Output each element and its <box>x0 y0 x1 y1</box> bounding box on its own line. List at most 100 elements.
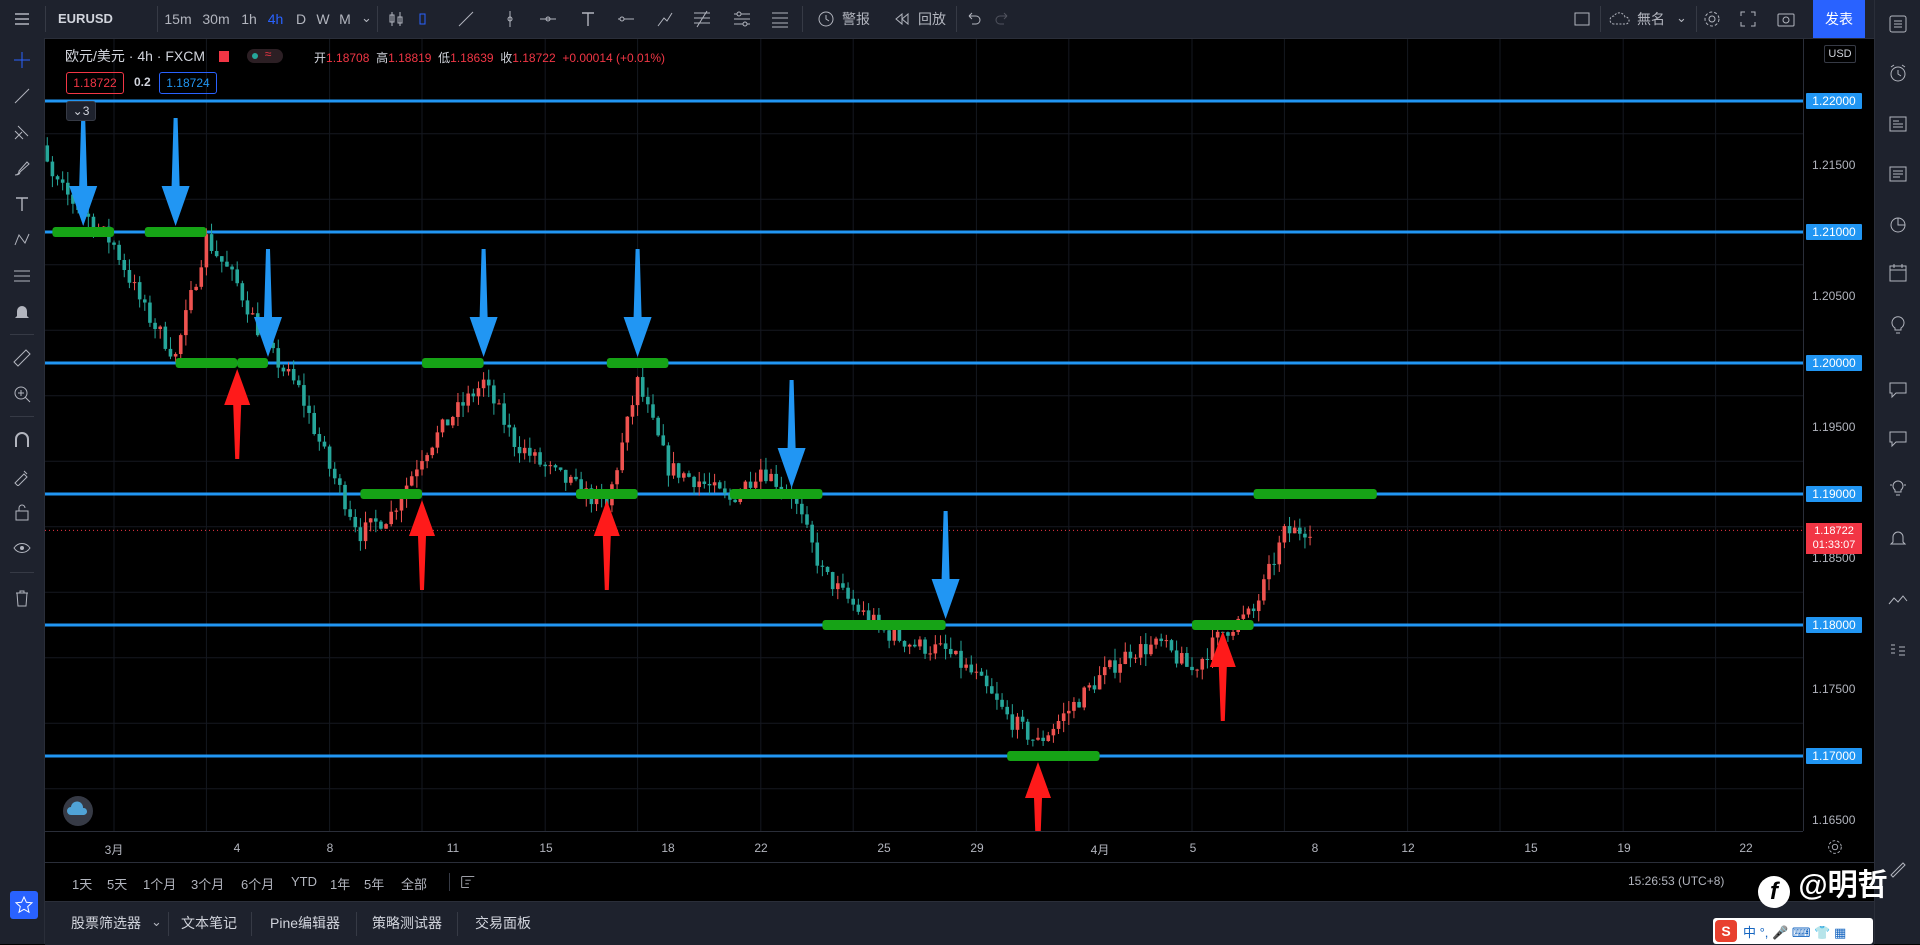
prediction-icon[interactable] <box>12 266 32 286</box>
calendar-icon[interactable] <box>1887 262 1909 284</box>
range-1m[interactable]: 1个月 <box>143 874 176 893</box>
currency-badge[interactable]: USD <box>1824 45 1856 63</box>
pencil-icon[interactable] <box>1887 857 1909 879</box>
lock-drawing-icon[interactable] <box>12 466 32 486</box>
interval-1h[interactable]: 1h <box>238 0 260 38</box>
candles-icon[interactable] <box>386 9 406 29</box>
symbol-search[interactable]: EURUSD <box>58 0 128 38</box>
symbol-legend[interactable]: 欧元/美元 · 4h · FXCM ≈ <box>65 46 283 66</box>
replay-icon[interactable] <box>892 9 912 29</box>
interval-30m[interactable]: 30m <box>201 0 231 38</box>
ray-icon[interactable] <box>616 9 636 29</box>
interval-15m[interactable]: 15m <box>163 0 193 38</box>
lock-icon[interactable] <box>12 502 32 522</box>
indicators-toggle[interactable]: ⌄3 <box>66 101 96 121</box>
crosshair-icon[interactable] <box>12 50 32 70</box>
tab-strategy-tester[interactable]: 策略测试器 <box>372 902 442 945</box>
text-icon[interactable] <box>12 194 32 214</box>
vertical-line-icon[interactable] <box>500 9 520 29</box>
eye-icon[interactable] <box>12 538 32 558</box>
range-6m[interactable]: 6个月 <box>241 874 274 893</box>
magnet-icon[interactable] <box>12 430 32 450</box>
range-3m[interactable]: 3个月 <box>191 874 224 893</box>
alert-button[interactable]: 警报 <box>838 0 874 38</box>
tab-trading-panel[interactable]: 交易面板 <box>475 902 531 945</box>
candle-body <box>661 435 666 446</box>
idea-stream-icon[interactable] <box>1887 477 1909 499</box>
buy-button[interactable]: 1.18724 <box>159 72 217 94</box>
favorites-button[interactable] <box>10 891 38 919</box>
trading-icon[interactable] <box>1887 590 1909 612</box>
time-axis[interactable]: 3月 4 8 11 15 18 22 25 29 4月 5 8 12 15 19… <box>45 831 1803 862</box>
ideas-list-icon[interactable] <box>1887 163 1909 185</box>
watchlist-icon[interactable] <box>1887 13 1909 35</box>
clock[interactable]: 15:26:53 (UTC+8) <box>1628 874 1724 888</box>
time-tick: 5 <box>1189 841 1197 855</box>
range-5y[interactable]: 5年 <box>364 874 384 893</box>
zoom-icon[interactable] <box>12 384 32 404</box>
tab-pine-editor[interactable]: Pine编辑器 <box>270 902 340 945</box>
cloud-icon[interactable] <box>1608 9 1632 29</box>
time-tick: 15 <box>539 841 553 855</box>
chart-type-icon[interactable] <box>416 9 436 29</box>
chevron-down-icon[interactable]: ⌄ <box>1676 10 1687 26</box>
interval-4h[interactable]: 4h <box>263 0 288 38</box>
interval-m[interactable]: M <box>334 0 356 38</box>
horizontal-line-icon[interactable] <box>538 9 558 29</box>
interval-w[interactable]: W <box>312 0 334 38</box>
range-1d[interactable]: 1天 <box>72 874 92 893</box>
tab-text-notes[interactable]: 文本笔记 <box>181 902 237 945</box>
tradingview-logo[interactable] <box>63 796 93 826</box>
fullscreen-icon[interactable] <box>1738 9 1758 29</box>
gear-icon[interactable] <box>1702 9 1722 29</box>
layout-icon[interactable] <box>1572 9 1592 29</box>
brush-icon[interactable] <box>12 158 32 178</box>
pitchfork-icon[interactable] <box>12 122 32 142</box>
path-icon[interactable] <box>655 9 675 29</box>
parallel-channel-icon[interactable] <box>770 9 790 29</box>
price-scale[interactable]: USD 1.21500 1.20500 1.19500 1.18500 1.17… <box>1803 39 1874 831</box>
menu-button[interactable] <box>0 0 44 38</box>
messages-icon[interactable] <box>1887 427 1909 449</box>
camera-icon[interactable] <box>1776 9 1796 29</box>
tab-stock-screener[interactable]: 股票筛选器 <box>71 902 141 945</box>
alarm-clock-icon[interactable] <box>1887 62 1909 84</box>
sell-button[interactable]: 1.18722 <box>66 72 124 94</box>
undo-icon[interactable] <box>963 9 983 29</box>
interval-d[interactable]: D <box>290 0 312 38</box>
alert-clock-icon[interactable] <box>816 9 836 29</box>
hotlist-icon[interactable] <box>1887 213 1909 235</box>
candle-body <box>235 269 239 284</box>
news-icon[interactable] <box>1887 113 1909 135</box>
chart-pane[interactable] <box>45 39 1803 831</box>
chevron-down-icon[interactable]: ⌄ <box>361 10 372 26</box>
ime-tray[interactable]: S 中 °, 🎤 ⌨ 👕 ▦ <box>1713 918 1873 944</box>
trash-icon[interactable] <box>12 588 32 608</box>
replay-button[interactable]: 回放 <box>914 0 950 38</box>
goto-date-icon[interactable] <box>459 873 477 891</box>
pattern-icon[interactable] <box>12 230 32 250</box>
publish-button[interactable]: 发表 <box>1813 0 1865 38</box>
trendline-icon[interactable] <box>456 9 476 29</box>
candle-body <box>384 524 388 529</box>
layout-name[interactable]: 無名 <box>1634 0 1668 38</box>
ruler-icon[interactable] <box>12 348 32 368</box>
scale-settings-icon[interactable] <box>1826 838 1844 856</box>
range-all[interactable]: 全部 <box>401 874 427 893</box>
chat-icon[interactable] <box>1887 378 1909 400</box>
notification-bell-icon[interactable] <box>1887 527 1909 549</box>
chevron-down-icon[interactable]: ⌄ <box>151 914 162 930</box>
range-5d[interactable]: 5天 <box>107 874 127 893</box>
redo-icon[interactable] <box>993 9 1013 29</box>
trendline-icon[interactable] <box>12 86 32 106</box>
dom-icon[interactable] <box>1887 640 1909 662</box>
alert-bell-icon[interactable] <box>12 302 32 322</box>
lightbulb-icon[interactable] <box>1887 314 1909 336</box>
candlestick-chart[interactable] <box>45 39 1803 831</box>
settings-lines-icon[interactable] <box>732 9 752 29</box>
support-arrow <box>224 369 251 459</box>
range-ytd[interactable]: YTD <box>291 874 317 889</box>
fib-icon[interactable] <box>692 9 712 29</box>
text-icon[interactable] <box>578 9 598 29</box>
range-1y[interactable]: 1年 <box>330 874 350 893</box>
